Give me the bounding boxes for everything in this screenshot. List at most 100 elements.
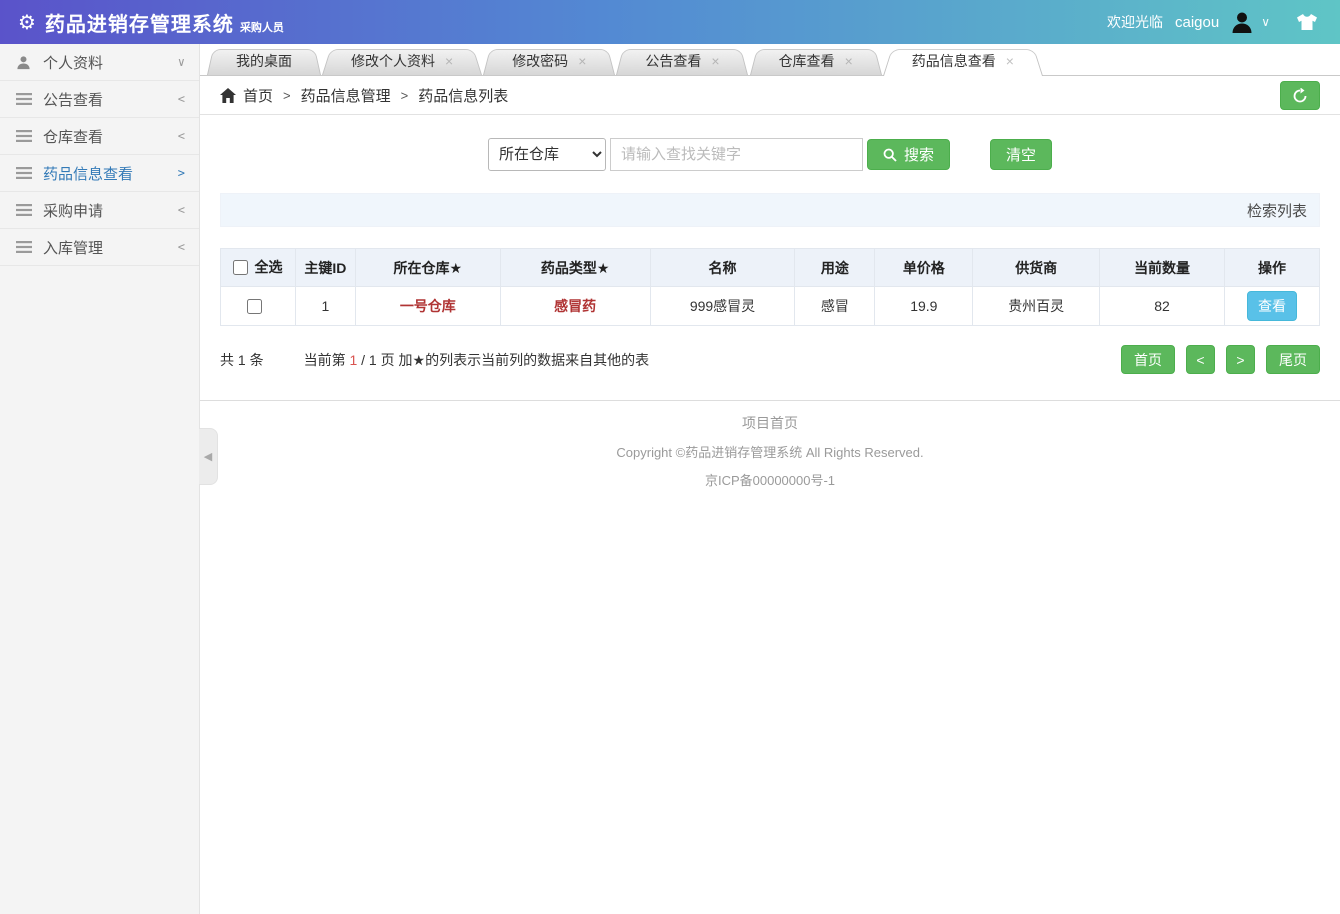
table-row: 1 一号仓库 感冒药 999感冒灵 感冒 19.9 贵州百灵 82 查看 (221, 287, 1320, 326)
menu-icon (16, 204, 34, 216)
theme-tshirt-icon[interactable] (1296, 13, 1318, 31)
gear-icon: ⚙ (18, 10, 36, 35)
drug-table: 全选 主键ID 所在仓库★ 药品类型★ 名称 用途 单价格 供货商 当前数量 操… (220, 248, 1320, 326)
tab-label: 药品信息查看 (912, 51, 996, 71)
tab-label: 仓库查看 (779, 51, 835, 71)
welcome-text: 欢迎光临 (1107, 12, 1163, 32)
breadcrumb-section: 药品信息管理 (301, 85, 391, 106)
pagination-current-label: 当前第 (304, 352, 346, 368)
tab-label: 修改个人资料 (351, 51, 435, 71)
tab-bar: 我的桌面 修改个人资料 × 修改密码 × 公告查看 × 仓库查看 × 药品信息查… (200, 44, 1340, 76)
cell-warehouse: 一号仓库 (355, 287, 500, 326)
sidebar-item-notices[interactable]: 公告查看 < (0, 81, 199, 118)
menu-icon (16, 93, 34, 105)
footer: 项目首页 Copyright ©药品进销存管理系统 All Rights Res… (200, 401, 1340, 489)
sidebar-item-label: 公告查看 (43, 89, 178, 110)
tab-my-desktop[interactable]: 我的桌面 (214, 46, 314, 75)
clear-button[interactable]: 清空 (990, 139, 1052, 170)
tab-change-password[interactable]: 修改密码 × (490, 46, 608, 75)
tab-label: 修改密码 (512, 51, 568, 71)
row-checkbox[interactable] (247, 299, 262, 314)
cell-id: 1 (295, 287, 355, 326)
col-header-supplier: 供货商 (973, 249, 1100, 287)
search-toolbar: 所在仓库 搜索 清空 (220, 138, 1320, 171)
chevron-left-icon: < (178, 129, 185, 143)
sidebar-collapse-handle[interactable]: ◀ (199, 428, 218, 485)
col-header-actions: 操作 (1225, 249, 1320, 287)
search-input[interactable] (610, 138, 863, 171)
tab-label: 公告查看 (645, 51, 701, 71)
footer-icp: 京ICP备00000000号-1 (200, 470, 1340, 489)
tab-warehouse-view[interactable]: 仓库查看 × (757, 46, 875, 75)
chevron-left-icon: < (178, 240, 185, 254)
cell-supplier: 贵州百灵 (973, 287, 1100, 326)
cell-quantity: 82 (1100, 287, 1225, 326)
pagination-status: 当前第 1 / 1 页 加★的列表示当前列的数据来自其他的表 (304, 350, 650, 370)
tab-label: 我的桌面 (236, 51, 292, 71)
breadcrumb-bar: 首页 > 药品信息管理 > 药品信息列表 (200, 76, 1340, 115)
cell-name: 999感冒灵 (650, 287, 795, 326)
sidebar-item-warehouse-view[interactable]: 仓库查看 < (0, 118, 199, 155)
list-bar: 检索列表 (220, 193, 1320, 227)
warehouse-select[interactable]: 所在仓库 (488, 138, 606, 171)
search-icon (883, 148, 897, 162)
breadcrumb-separator: > (283, 88, 291, 103)
chevron-down-icon: ∨ (178, 55, 185, 69)
pagination-buttons: 首页 < > 尾页 (1121, 345, 1320, 374)
clear-button-label: 清空 (1006, 144, 1036, 165)
app-title: 药品进销存管理系统 (45, 8, 234, 37)
pagination-page-suffix: / 1 页 (361, 352, 394, 368)
menu-icon (16, 241, 34, 253)
close-icon[interactable]: × (445, 54, 453, 68)
next-page-button[interactable]: > (1226, 345, 1255, 374)
last-page-button[interactable]: 尾页 (1266, 345, 1320, 374)
cell-price: 19.9 (875, 287, 973, 326)
brand: ⚙ 药品进销存管理系统 采购人员 (18, 8, 284, 37)
search-button-label: 搜索 (904, 144, 934, 165)
breadcrumb-current: 药品信息列表 (418, 85, 508, 106)
refresh-button[interactable] (1280, 81, 1320, 110)
sidebar: 个人资料 ∨ 公告查看 < 仓库查看 < 药品信息查看 > (0, 44, 200, 914)
col-header-name: 名称 (650, 249, 795, 287)
footer-copyright: Copyright ©药品进销存管理系统 All Rights Reserved… (200, 442, 1340, 461)
app-header: ⚙ 药品进销存管理系统 采购人员 欢迎光临 caigou ∨ (0, 0, 1340, 44)
sidebar-item-inbound-management[interactable]: 入库管理 < (0, 229, 199, 266)
col-header-type: 药品类型★ (500, 249, 650, 287)
sidebar-item-drug-info-view[interactable]: 药品信息查看 > (0, 155, 199, 192)
user-icon (16, 55, 34, 70)
footer-home-link[interactable]: 项目首页 (200, 413, 1340, 433)
search-button[interactable]: 搜索 (867, 139, 950, 170)
avatar[interactable] (1229, 9, 1255, 35)
username: caigou (1175, 14, 1219, 31)
tab-drug-info-view[interactable]: 药品信息查看 × (890, 46, 1036, 75)
close-icon[interactable]: × (578, 54, 586, 68)
sidebar-item-purchase-request[interactable]: 采购申请 < (0, 192, 199, 229)
pagination-note: 加★的列表示当前列的数据来自其他的表 (399, 352, 650, 368)
chevron-down-icon[interactable]: ∨ (1261, 15, 1270, 29)
table-header-row: 全选 主键ID 所在仓库★ 药品类型★ 名称 用途 单价格 供货商 当前数量 操… (221, 249, 1320, 287)
role-label: 采购人员 (240, 19, 284, 35)
sidebar-item-label: 采购申请 (43, 200, 178, 221)
select-all-label: 全选 (254, 257, 282, 277)
cell-usage: 感冒 (795, 287, 875, 326)
tab-notices[interactable]: 公告查看 × (623, 46, 741, 75)
content: 所在仓库 搜索 清空 检索列表 (200, 115, 1340, 374)
cell-type: 感冒药 (500, 287, 650, 326)
close-icon[interactable]: × (845, 54, 853, 68)
breadcrumb-home-link[interactable]: 首页 (243, 85, 273, 106)
select-all-checkbox[interactable] (233, 260, 248, 275)
col-header-quantity: 当前数量 (1100, 249, 1225, 287)
sidebar-item-profile[interactable]: 个人资料 ∨ (0, 44, 199, 81)
tab-edit-profile[interactable]: 修改个人资料 × (329, 46, 475, 75)
select-all[interactable]: 全选 (233, 257, 282, 277)
pagination-total: 共 1 条 (220, 350, 264, 370)
chevron-right-icon: > (178, 166, 185, 180)
close-icon[interactable]: × (1006, 54, 1014, 68)
close-icon[interactable]: × (711, 54, 719, 68)
home-icon (220, 88, 236, 103)
refresh-icon (1292, 88, 1308, 104)
col-header-price: 单价格 (875, 249, 973, 287)
prev-page-button[interactable]: < (1186, 345, 1215, 374)
first-page-button[interactable]: 首页 (1121, 345, 1175, 374)
view-button[interactable]: 查看 (1247, 291, 1297, 321)
